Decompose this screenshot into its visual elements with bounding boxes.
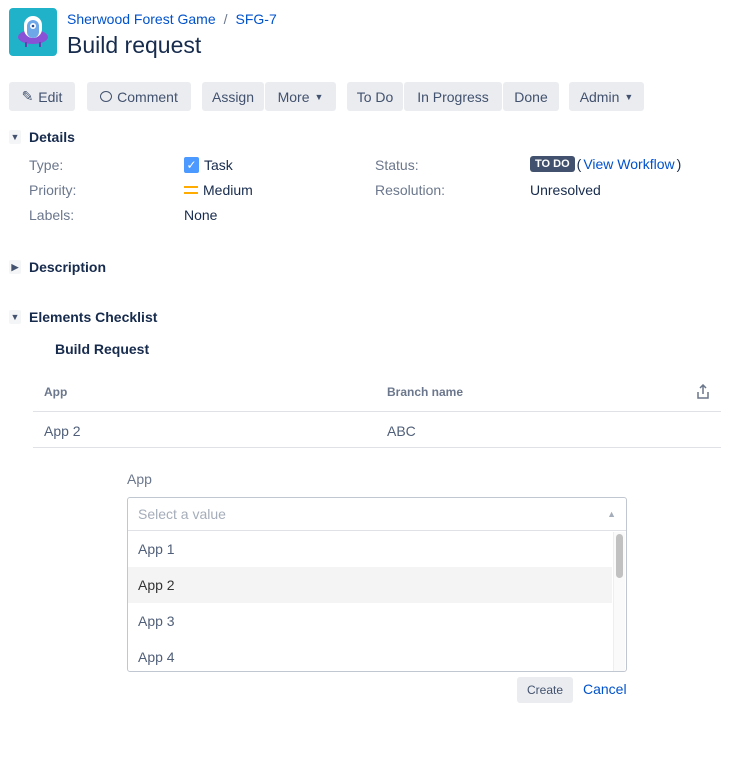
resolution-value: Unresolved <box>530 182 601 198</box>
project-avatar[interactable] <box>9 8 57 56</box>
option-app-2[interactable]: App 2 <box>128 567 612 603</box>
cell-branch: ABC <box>387 423 416 439</box>
create-button[interactable]: Create <box>517 677 573 703</box>
breadcrumb-project-link[interactable]: Sherwood Forest Game <box>67 11 216 27</box>
chevron-down-icon: ▼ <box>624 91 634 102</box>
chevron-down-icon: ▼ <box>9 310 21 324</box>
in-progress-button[interactable]: In Progress <box>404 82 502 111</box>
breadcrumb-separator: / <box>223 11 228 27</box>
checklist-toggle[interactable]: ▼ Elements Checklist <box>9 309 157 325</box>
priority-label: Priority: <box>29 182 77 198</box>
app-select-input[interactable]: Select a value ▲ <box>128 498 626 531</box>
status-value: TO DO(View Workflow) <box>530 156 681 172</box>
export-icon[interactable] <box>696 383 710 403</box>
option-app-3[interactable]: App 3 <box>128 603 612 639</box>
todo-button[interactable]: To Do <box>347 82 403 111</box>
task-checkbox-icon: ✓ <box>184 157 199 173</box>
scrollbar[interactable] <box>613 532 625 671</box>
resolution-label: Resolution: <box>375 182 446 198</box>
description-heading: Description <box>29 259 107 275</box>
caret-up-icon[interactable]: ▲ <box>607 509 616 519</box>
status-badge: TO DO <box>530 156 575 172</box>
priority-value: Medium <box>184 182 253 198</box>
column-header-app: App <box>44 385 68 399</box>
labels-value: None <box>184 207 218 223</box>
page-title: Build request <box>67 32 202 58</box>
app-select[interactable]: Select a value ▲ App 1 App 2 App 3 App 4 <box>127 497 627 672</box>
status-label: Status: <box>375 157 419 173</box>
divider <box>33 447 721 448</box>
cell-app: App 2 <box>44 423 81 439</box>
breadcrumb: Sherwood Forest Game / SFG-7 <box>67 11 277 27</box>
assign-button[interactable]: Assign <box>202 82 264 111</box>
description-toggle[interactable]: ▶ Description <box>9 259 106 275</box>
select-placeholder: Select a value <box>138 506 226 522</box>
type-value: ✓ Task <box>184 157 233 173</box>
comment-icon <box>100 91 113 102</box>
type-label: Type: <box>29 157 64 173</box>
more-button[interactable]: More ▼ <box>265 82 336 111</box>
chevron-down-icon: ▼ <box>314 91 324 102</box>
paren: ( <box>576 156 582 172</box>
checklist-heading: Elements Checklist <box>29 309 158 325</box>
comment-label: Comment <box>117 88 178 105</box>
scrollbar-thumb[interactable] <box>616 534 623 578</box>
column-header-branch: Branch name <box>387 385 464 399</box>
in-progress-label: In Progress <box>417 88 489 105</box>
paren: ) <box>676 156 682 172</box>
type-text: Task <box>204 157 233 173</box>
priority-medium-icon <box>184 186 198 194</box>
cancel-link[interactable]: Cancel <box>583 681 627 697</box>
assign-label: Assign <box>211 88 255 105</box>
app-field-label: App <box>127 471 152 487</box>
details-toggle[interactable]: ▼ Details <box>9 129 75 145</box>
edit-label: Edit <box>38 88 63 105</box>
admin-button[interactable]: Admin ▼ <box>569 82 644 111</box>
pencil-icon: ✎ <box>21 88 34 104</box>
done-label: Done <box>514 88 548 105</box>
breadcrumb-issue-link[interactable]: SFG-7 <box>236 11 277 27</box>
option-app-4[interactable]: App 4 <box>128 639 612 671</box>
checklist-subheading: Build Request <box>55 341 150 357</box>
comment-button[interactable]: Comment <box>87 82 191 111</box>
todo-label: To Do <box>356 88 394 105</box>
labels-label: Labels: <box>29 207 75 223</box>
details-heading: Details <box>29 129 75 145</box>
priority-text: Medium <box>203 182 253 198</box>
more-label: More <box>277 88 310 105</box>
edit-button[interactable]: ✎ Edit <box>9 82 75 111</box>
done-button[interactable]: Done <box>503 82 559 111</box>
chevron-down-icon: ▼ <box>9 130 21 144</box>
chevron-right-icon: ▶ <box>9 260 21 274</box>
divider <box>33 411 721 412</box>
admin-label: Admin <box>579 88 620 105</box>
view-workflow-link[interactable]: View Workflow <box>583 156 674 172</box>
option-app-1[interactable]: App 1 <box>128 531 612 567</box>
